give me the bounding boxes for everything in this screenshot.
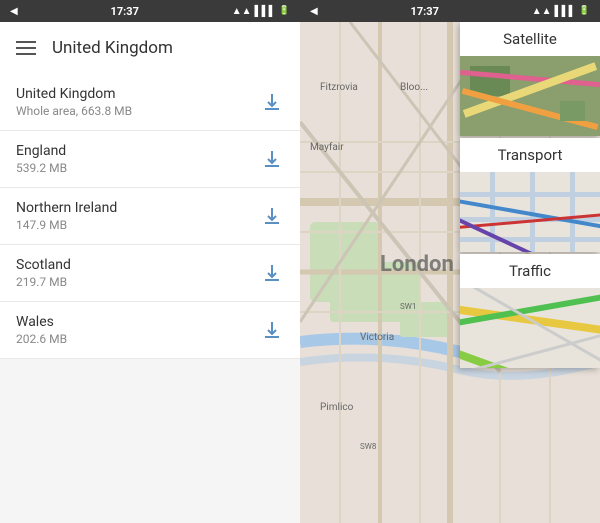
right-panel: Fitzrovia Mayfair Pimlico SW1 SW8 Victor… xyxy=(300,0,600,523)
traffic-card[interactable]: Traffic xyxy=(460,254,600,368)
nav-icon: ◀ xyxy=(10,6,18,17)
map-label-victoria: Victoria xyxy=(360,332,394,343)
list-item[interactable]: United Kingdom Whole area, 663.8 MB xyxy=(0,74,300,131)
list-item-name: Northern Ireland xyxy=(16,200,117,216)
status-time-right: 17:37 xyxy=(411,5,439,18)
download-button[interactable] xyxy=(260,318,284,342)
list-item-text: Northern Ireland 147.9 MB xyxy=(16,200,117,232)
satellite-preview xyxy=(460,56,600,136)
download-button[interactable] xyxy=(260,204,284,228)
download-button[interactable] xyxy=(260,261,284,285)
battery-icon-left: 🔋 xyxy=(279,6,290,16)
left-panel: United Kingdom United Kingdom Whole area… xyxy=(0,0,300,523)
region-list: United Kingdom Whole area, 663.8 MB Engl… xyxy=(0,74,300,523)
transport-preview-container xyxy=(460,172,600,252)
satellite-label: Satellite xyxy=(460,22,600,56)
status-icons-right-group: ▲▲ ▌▌▌ 🔋 xyxy=(532,6,590,17)
download-button[interactable] xyxy=(260,90,284,114)
status-icons-left-right: ▲▲ ▌▌▌ 🔋 xyxy=(232,6,290,17)
list-item-size: 539.2 MB xyxy=(16,161,67,175)
list-item-text: United Kingdom Whole area, 663.8 MB xyxy=(16,86,132,118)
list-item-size: Whole area, 663.8 MB xyxy=(16,104,132,118)
wifi-icon-right: ▲▲ xyxy=(532,6,552,17)
map-label-bloomsbury: Bloo... xyxy=(400,82,428,93)
map-label-mayfair: Mayfair xyxy=(310,142,344,153)
list-item[interactable]: Wales 202.6 MB xyxy=(0,302,300,359)
list-item[interactable]: Northern Ireland 147.9 MB xyxy=(0,188,300,245)
list-item-text: Wales 202.6 MB xyxy=(16,314,67,346)
list-item-size: 147.9 MB xyxy=(16,218,117,232)
satellite-card[interactable]: Satellite xyxy=(460,22,600,136)
map-label-fitzrovia: Fitzrovia xyxy=(320,82,358,93)
list-item-name: Wales xyxy=(16,314,67,330)
list-item-text: Scotland 219.7 MB xyxy=(16,257,71,289)
list-item[interactable]: Scotland 219.7 MB xyxy=(0,245,300,302)
list-item-name: United Kingdom xyxy=(16,86,132,102)
traffic-label: Traffic xyxy=(460,254,600,288)
overlay-panels: Satellite Transport xyxy=(460,22,600,370)
list-item-text: England 539.2 MB xyxy=(16,143,67,175)
page-title: United Kingdom xyxy=(52,38,173,58)
app-header: United Kingdom xyxy=(0,22,300,74)
status-bar-left: ◀ 17:37 ▲▲ ▌▌▌ 🔋 xyxy=(0,0,300,22)
signal-icon-right: ▌▌▌ xyxy=(555,6,576,17)
list-item-name: Scotland xyxy=(16,257,71,273)
signal-icon-left: ▌▌▌ xyxy=(255,6,276,17)
nav-icon-right: ◀ xyxy=(310,6,318,17)
status-bar-right: ◀ 17:37 ▲▲ ▌▌▌ 🔋 xyxy=(300,0,600,22)
list-item[interactable]: England 539.2 MB xyxy=(0,131,300,188)
list-item-size: 219.7 MB xyxy=(16,275,71,289)
traffic-preview-container xyxy=(460,288,600,368)
map-label-pimlico: Pimlico xyxy=(320,402,353,413)
transport-label: Transport xyxy=(460,138,600,172)
status-time-left: 17:37 xyxy=(111,5,139,18)
london-label: London xyxy=(380,252,454,277)
list-item-name: England xyxy=(16,143,67,159)
download-button[interactable] xyxy=(260,147,284,171)
battery-icon-right: 🔋 xyxy=(579,6,590,16)
list-item-size: 202.6 MB xyxy=(16,332,67,346)
map-label-sw1: SW1 xyxy=(400,302,416,311)
hamburger-menu-button[interactable] xyxy=(16,41,36,55)
wifi-icon-left: ▲▲ xyxy=(232,6,252,17)
transport-card[interactable]: Transport xyxy=(460,138,600,252)
map-label-sw8: SW8 xyxy=(360,442,376,451)
